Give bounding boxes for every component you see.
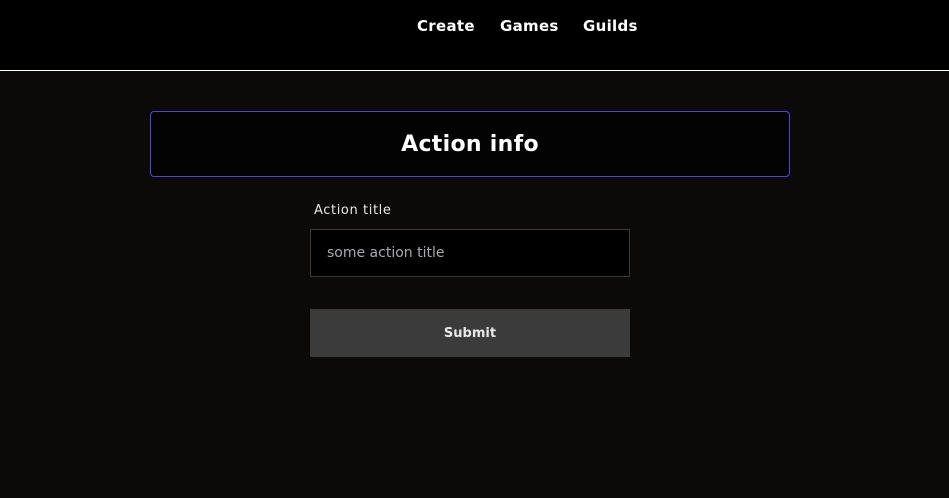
nav-link-guilds[interactable]: Guilds — [583, 17, 638, 35]
nav-link-create[interactable]: Create — [417, 17, 475, 35]
submit-button[interactable]: Submit — [310, 309, 630, 357]
action-title-label: Action title — [314, 203, 392, 218]
action-info-header-card: Action info — [150, 111, 790, 177]
action-title-input[interactable] — [310, 229, 630, 277]
top-navigation-bar: Create Games Guilds — [0, 0, 949, 71]
page-title: Action info — [401, 131, 539, 157]
nav-link-games[interactable]: Games — [500, 17, 559, 35]
